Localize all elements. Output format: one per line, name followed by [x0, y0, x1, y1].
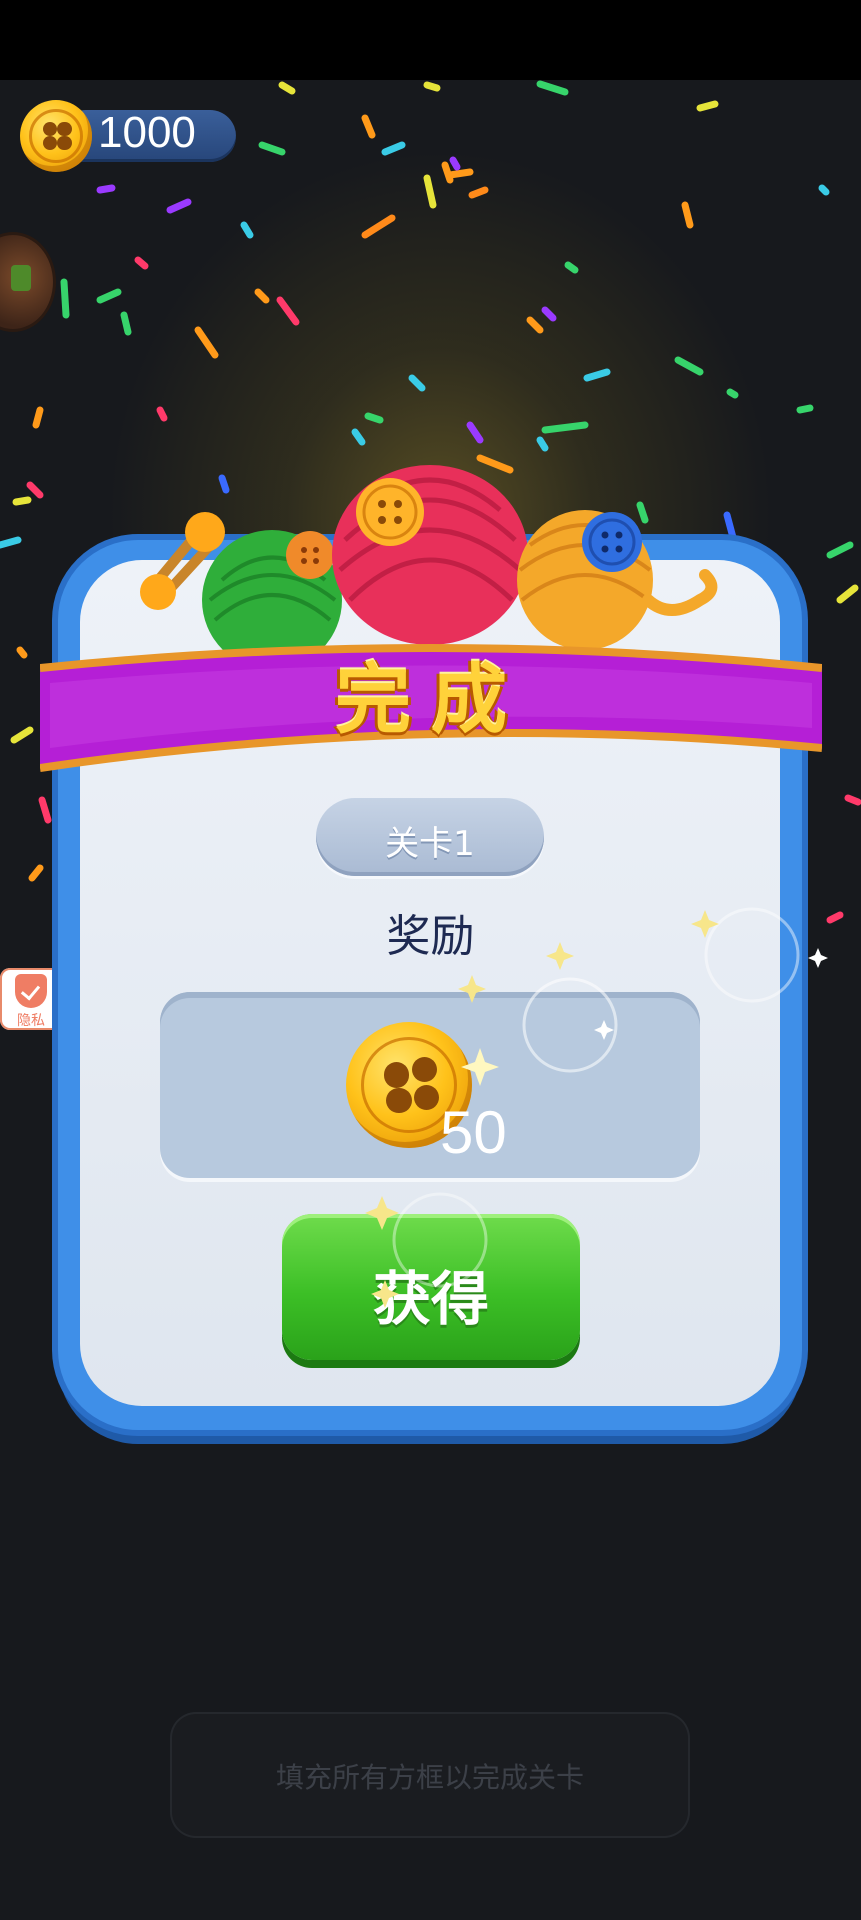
title-banner: 完成	[40, 618, 822, 778]
hint-text: 填充所有方框以完成关卡	[275, 1761, 584, 1794]
yarn-balls-decoration	[140, 465, 718, 660]
claim-button[interactable]: 获得	[282, 1214, 580, 1360]
claim-button-label: 获得	[372, 1265, 489, 1333]
level-badge: 关卡1	[316, 798, 544, 876]
hint-box: 填充所有方框以完成关卡	[170, 1712, 690, 1838]
shield-icon	[15, 974, 47, 1008]
privacy-button[interactable]: 隐私	[0, 968, 62, 1030]
dialog-title: 完成	[335, 655, 527, 744]
level-label: 关卡1	[385, 824, 475, 864]
reward-title: 奖励	[386, 911, 475, 962]
privacy-label: 隐私	[17, 1013, 45, 1029]
reward-amount: 50	[440, 1099, 507, 1166]
